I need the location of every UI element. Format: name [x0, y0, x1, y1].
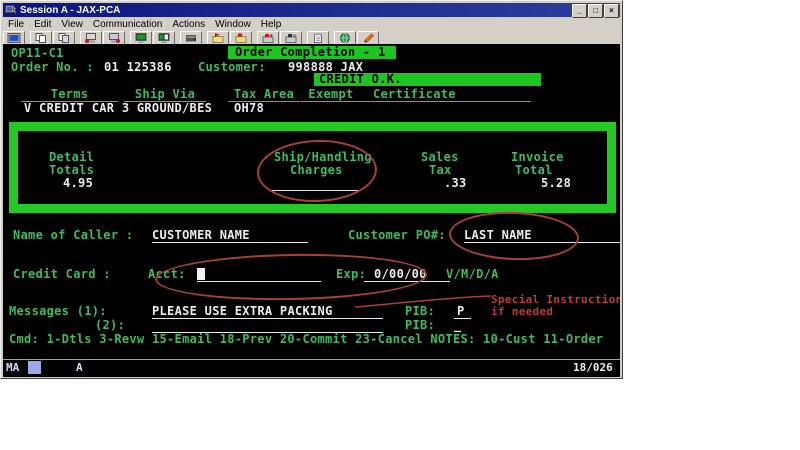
menu-bar: File Edit View Communication Actions Win… — [3, 18, 620, 32]
annotation-pointer-line — [354, 295, 492, 308]
paste-icon[interactable] — [53, 31, 75, 45]
screen-title: Order Completion - 1 — [235, 45, 386, 59]
status-cursor-position: 18/026 — [573, 361, 613, 374]
pib2-label: PIB: — [405, 318, 436, 332]
window-title: Session A - JAX-PCA — [20, 4, 121, 16]
command-line: Cmd: 1-Dtls 3-Revw 15-Email 18-Prev 20-C… — [9, 332, 604, 346]
macro-record-flag-icon[interactable] — [207, 31, 229, 45]
green-screen-split-icon[interactable] — [153, 31, 175, 45]
order-no-label: Order No. : — [11, 60, 94, 74]
edit-pencil-icon[interactable] — [357, 31, 379, 45]
copy-icon[interactable] — [30, 31, 52, 45]
maximize-icon[interactable]: □ — [588, 4, 603, 18]
pib2-field[interactable]: _ — [454, 319, 462, 332]
blank-screen-icon[interactable] — [3, 31, 25, 45]
globe-icon[interactable] — [334, 31, 356, 45]
detail-total-value: 4.95 — [63, 176, 94, 190]
menu-actions[interactable]: Actions — [167, 18, 210, 31]
customer-label: Customer: — [198, 60, 266, 74]
terminal-screen[interactable]: OP11-C1 Order Completion - 1 Order No. :… — [3, 44, 620, 359]
credit-card-label: Credit Card : — [13, 267, 111, 281]
screen-title-highlight: Order Completion - 1 — [228, 46, 396, 59]
record-session-icon[interactable] — [180, 31, 202, 45]
status-session-letter: A — [76, 361, 83, 374]
order-no-value: 01 125386 — [104, 60, 172, 74]
annotation-circle-customer-po — [448, 209, 580, 263]
menu-view[interactable]: View — [56, 18, 88, 31]
menu-help[interactable]: Help — [256, 18, 287, 31]
caller-name-field[interactable]: CUSTOMER NAME — [152, 229, 308, 243]
toolbar — [3, 31, 620, 45]
credit-status-highlight: CREDIT O.K. — [314, 73, 541, 86]
status-shift-indicator: MA — [6, 361, 20, 374]
green-screen-icon[interactable] — [130, 31, 152, 45]
credit-status: CREDIT O.K. — [319, 72, 402, 86]
menu-edit[interactable]: Edit — [29, 18, 56, 31]
header-exempt: Exempt — [301, 88, 361, 102]
caller-label: Name of Caller : — [13, 228, 134, 242]
annotation-note-line2: if needed — [491, 305, 554, 318]
messages-line1-label: Messages (1): — [9, 304, 107, 318]
menu-communication[interactable]: Communication — [88, 18, 167, 31]
message-line2-field[interactable] — [152, 319, 383, 333]
emulator-window: Session A - JAX-PCA _ □ × File Edit View… — [0, 0, 623, 379]
screen-id: OP11-C1 — [11, 46, 64, 60]
header-ship-via: Ship Via — [124, 88, 206, 102]
card-type-codes: V/M/D/A — [446, 267, 499, 281]
pc-disconnect-icon[interactable] — [103, 31, 125, 45]
menu-file[interactable]: File — [3, 18, 29, 31]
menu-window[interactable]: Window — [210, 18, 256, 31]
minimize-icon[interactable]: _ — [572, 4, 587, 18]
header-terms: Terms — [21, 88, 118, 102]
pc-connect-icon[interactable] — [80, 31, 102, 45]
invoice-total-value: 5.28 — [541, 176, 572, 190]
status-bar: MA A 18/026 — [3, 359, 620, 377]
messages-line2-label: (2): — [95, 318, 126, 332]
app-icon — [5, 4, 16, 14]
keyboard-setup-icon[interactable] — [280, 31, 302, 45]
sales-tax-value: .33 — [444, 176, 467, 190]
keyboard-play-icon[interactable] — [257, 31, 279, 45]
customer-po-label: Customer PO#: — [348, 228, 446, 242]
close-icon[interactable]: × — [604, 4, 619, 18]
title-bar: Session A - JAX-PCA _ □ × — [3, 3, 620, 18]
header-certificate: Certificate — [357, 88, 531, 102]
terms-ship-value[interactable]: V CREDIT CAR 3 GROUND/BES — [24, 102, 212, 115]
notepad-icon[interactable] — [307, 31, 329, 45]
macro-stop-flag-icon[interactable] — [230, 31, 252, 45]
tax-area-value[interactable]: OH78 — [234, 102, 264, 115]
status-input-block — [28, 361, 41, 374]
message-line1-field[interactable]: PLEASE USE EXTRA PACKING — [152, 305, 383, 319]
header-tax-area: Tax Area — [228, 88, 300, 102]
